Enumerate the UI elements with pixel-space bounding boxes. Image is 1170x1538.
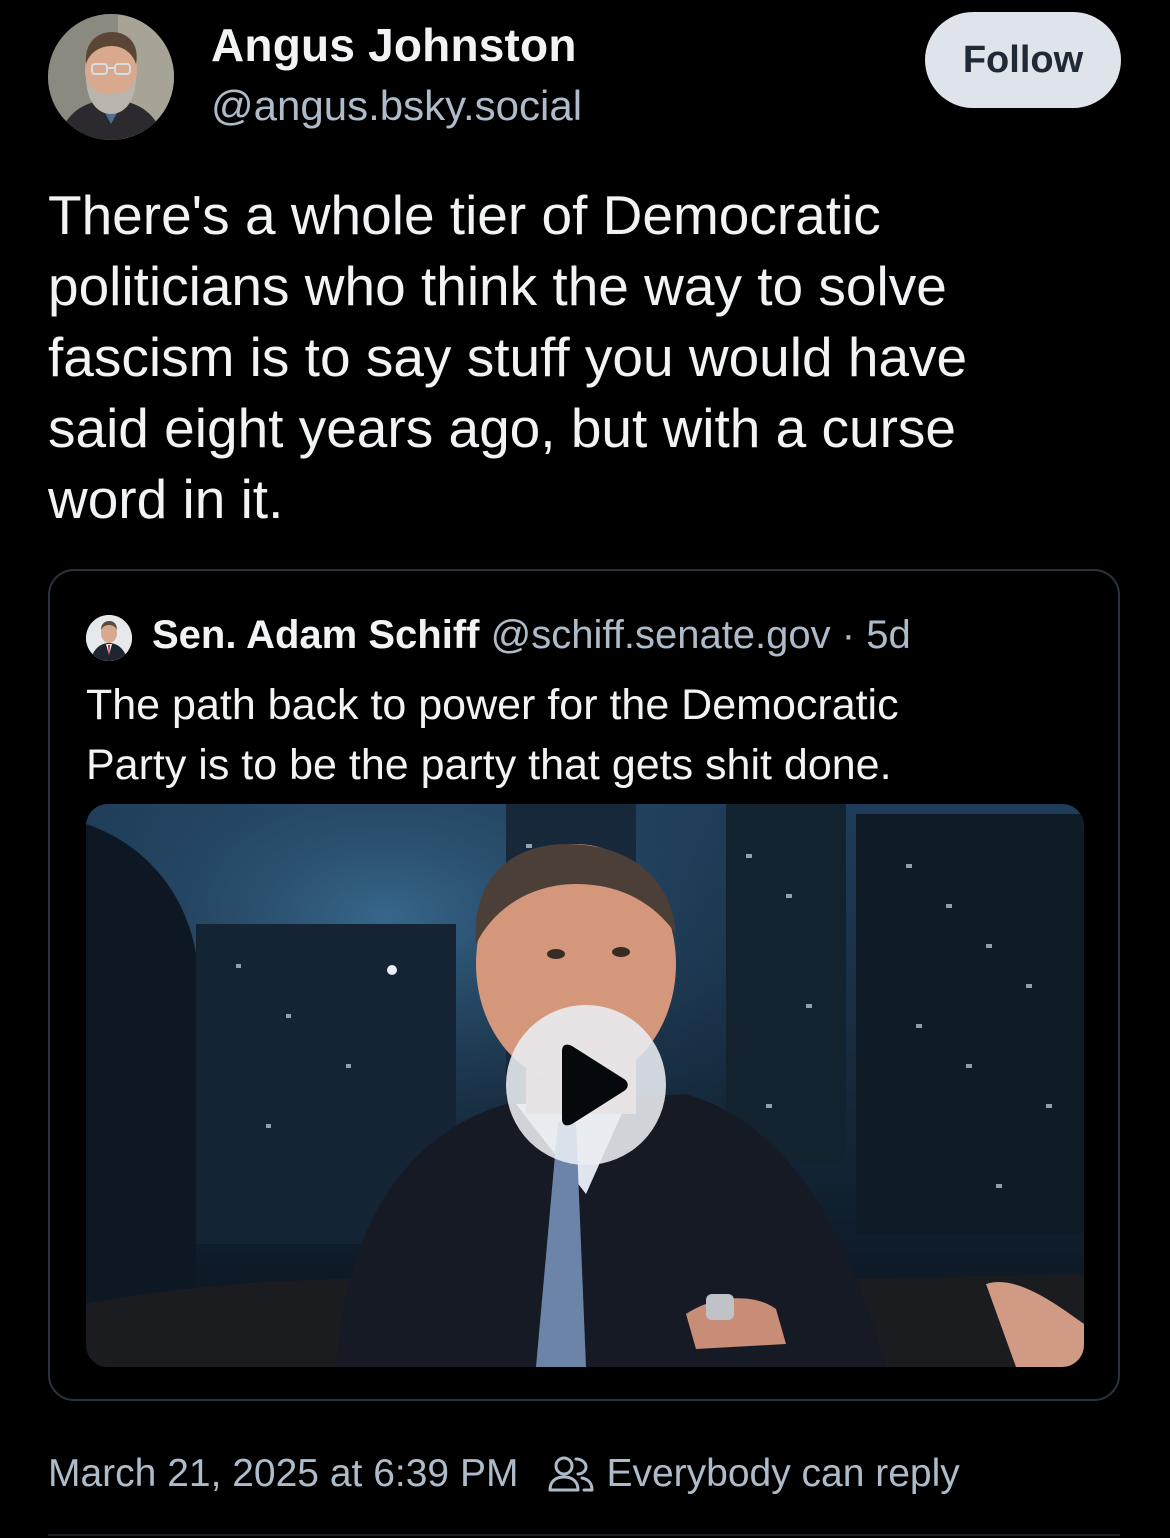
bottom-divider bbox=[48, 1534, 1120, 1536]
quote-author-name[interactable]: Sen. Adam Schiff bbox=[152, 613, 479, 657]
post-meta: March 21, 2025 at 6:39 PM Everybody can … bbox=[48, 1452, 960, 1496]
quote-author-handle[interactable]: @schiff.senate.gov bbox=[491, 613, 831, 657]
reply-setting-label[interactable]: Everybody can reply bbox=[606, 1452, 959, 1496]
author-display-name[interactable]: Angus Johnston bbox=[211, 18, 577, 72]
quoted-post-card[interactable]: Sen. Adam Schiff @schiff.senate.gov · 5d… bbox=[48, 569, 1120, 1401]
video-thumbnail[interactable] bbox=[86, 804, 1084, 1367]
post-text: There's a whole tier of Democratic polit… bbox=[48, 184, 968, 530]
quote-header: Sen. Adam Schiff @schiff.senate.gov · 5d bbox=[152, 613, 911, 658]
play-button[interactable] bbox=[506, 1005, 666, 1165]
reply-setting[interactable]: Everybody can reply bbox=[548, 1452, 960, 1496]
quote-author-avatar[interactable] bbox=[86, 615, 132, 661]
people-icon bbox=[548, 1456, 594, 1492]
quote-text: The path back to power for the Democrati… bbox=[86, 681, 899, 789]
play-icon bbox=[562, 1044, 628, 1126]
quote-timestamp: 5d bbox=[866, 613, 911, 657]
post-timestamp: March 21, 2025 at 6:39 PM bbox=[48, 1452, 519, 1495]
follow-button[interactable]: Follow bbox=[925, 12, 1121, 108]
quote-separator: · bbox=[841, 613, 856, 657]
author-handle[interactable]: @angus.bsky.social bbox=[211, 82, 582, 130]
author-avatar[interactable] bbox=[48, 14, 174, 140]
